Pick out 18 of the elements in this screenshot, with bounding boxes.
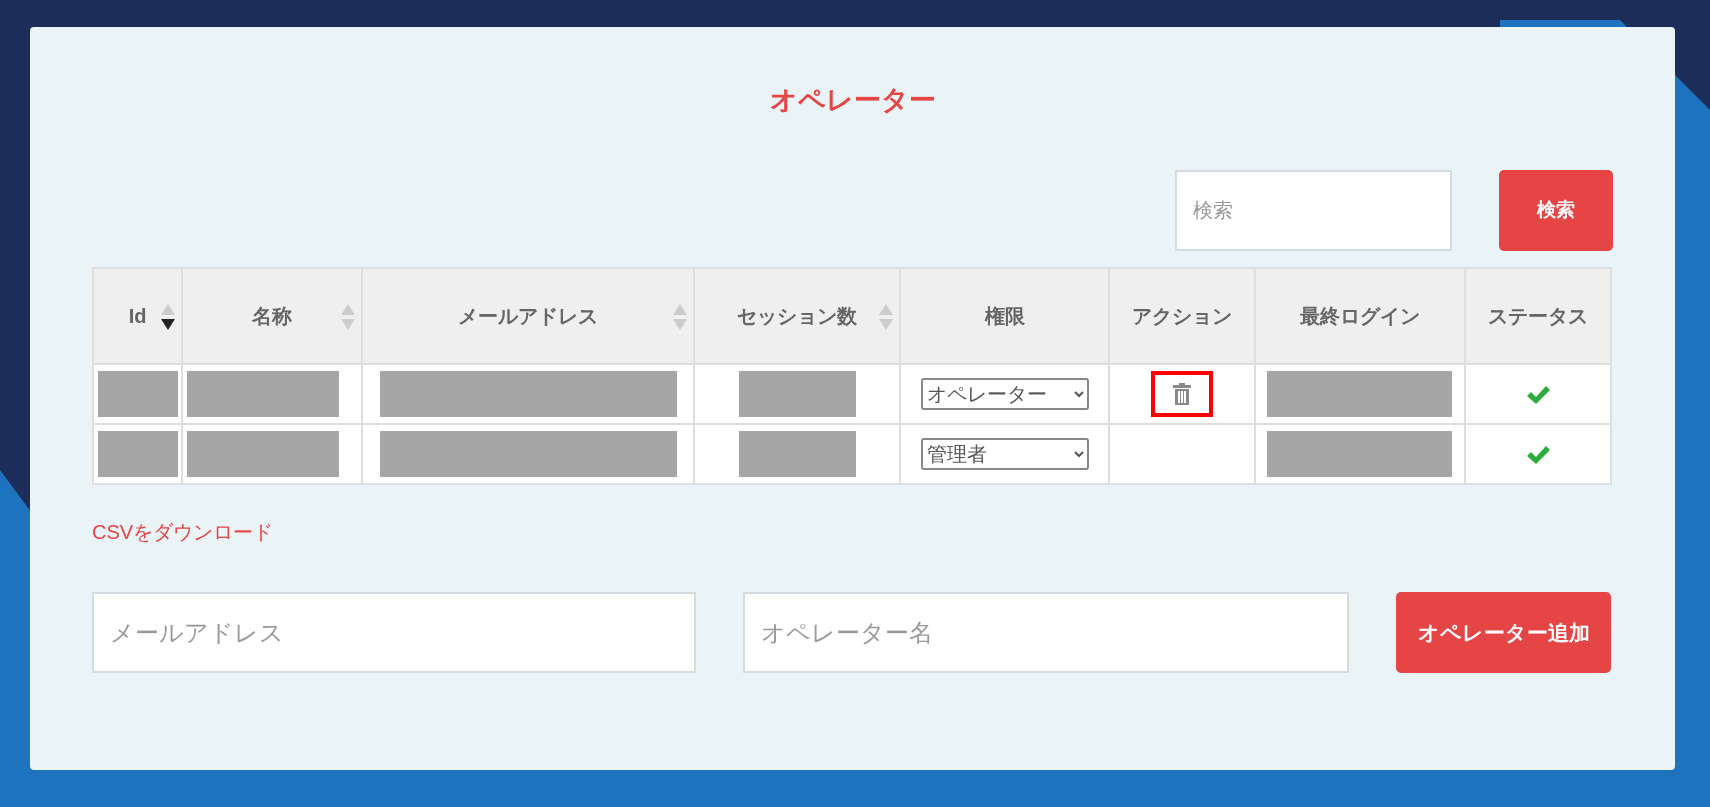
column-header: 権限: [900, 268, 1109, 364]
column-header[interactable]: Id: [93, 268, 183, 364]
page-title: オペレーター: [769, 85, 936, 115]
csv-download-link[interactable]: CSVをダウンロード: [92, 517, 274, 547]
column-header[interactable]: セッション数: [694, 268, 901, 364]
role-select[interactable]: オペレーター: [920, 378, 1089, 410]
search-button[interactable]: 検索: [1499, 170, 1613, 251]
operator-name-field[interactable]: オペレーター名: [743, 592, 1349, 673]
column-header[interactable]: メールアドレス: [362, 268, 695, 364]
search-field[interactable]: 検索: [1175, 170, 1452, 251]
email-field[interactable]: メールアドレス: [92, 592, 696, 673]
trash-icon: [1172, 383, 1191, 405]
add-operator-button[interactable]: オペレーター追加: [1396, 592, 1611, 673]
column-header: 最終ログイン: [1254, 268, 1466, 364]
column-header: ステータス: [1465, 268, 1611, 364]
role-select[interactable]: 管理者: [920, 438, 1089, 470]
column-header[interactable]: 名称: [182, 268, 363, 364]
column-header: アクション: [1109, 268, 1255, 364]
